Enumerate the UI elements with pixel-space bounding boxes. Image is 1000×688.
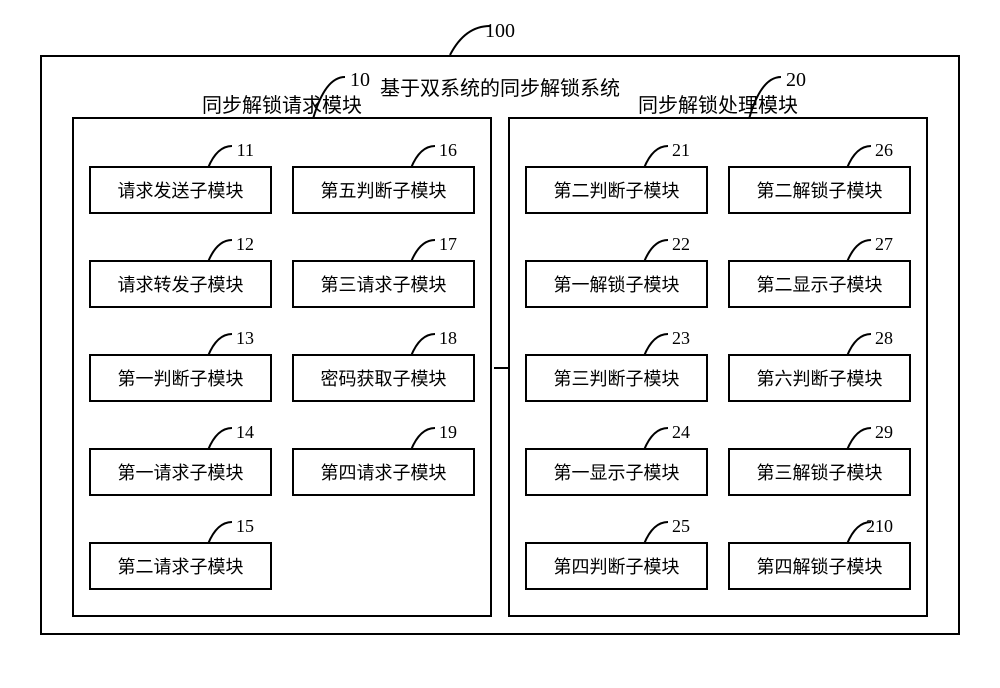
submodule-label: 第三解锁子模块 — [728, 448, 911, 496]
leader-line-icon — [841, 328, 871, 356]
submodule-label: 第一请求子模块 — [89, 448, 272, 496]
leader-line-icon — [638, 516, 668, 544]
submodule-id: 14 — [236, 422, 254, 443]
leader-line-icon — [638, 140, 668, 168]
submodule: 12 请求转发子模块 — [89, 228, 272, 308]
submodule: 27 第二显示子模块 — [728, 228, 911, 308]
submodule-label: 第四请求子模块 — [292, 448, 475, 496]
submodule: 210 第四解锁子模块 — [728, 510, 911, 590]
submodule: 19 第四请求子模块 — [292, 416, 475, 496]
submodule: 18 密码获取子模块 — [292, 322, 475, 402]
submodule: 21 第二判断子模块 — [525, 134, 708, 214]
submodule: 15 第二请求子模块 — [89, 510, 272, 590]
submodule: 17 第三请求子模块 — [292, 228, 475, 308]
request-module-columns: 11 请求发送子模块 12 请求转发子模块 13 第一判断子模块 — [74, 119, 490, 615]
submodule-id: 21 — [672, 140, 690, 161]
request-col-2: 16 第五判断子模块 17 第三请求子模块 18 密码获取子模块 — [292, 134, 475, 610]
submodule-id: 22 — [672, 234, 690, 255]
submodule-id: 17 — [439, 234, 457, 255]
process-col-2: 26 第二解锁子模块 27 第二显示子模块 28 第六判断子模块 — [728, 134, 911, 610]
submodule: 24 第一显示子模块 — [525, 416, 708, 496]
leader-line-icon — [638, 234, 668, 262]
leader-line-icon — [405, 234, 435, 262]
request-col-1: 11 请求发送子模块 12 请求转发子模块 13 第一判断子模块 — [89, 134, 272, 610]
submodule: 22 第一解锁子模块 — [525, 228, 708, 308]
submodule-label: 第六判断子模块 — [728, 354, 911, 402]
submodule-id: 19 — [439, 422, 457, 443]
leader-line-icon — [638, 422, 668, 450]
leader-line-icon — [405, 328, 435, 356]
submodule-id: 27 — [875, 234, 893, 255]
submodule-id: 28 — [875, 328, 893, 349]
leader-line-icon — [841, 234, 871, 262]
submodule-id: 25 — [672, 516, 690, 537]
request-module-box: 10 同步解锁请求模块 11 请求发送子模块 12 请求转发子模块 — [72, 117, 492, 617]
submodule: 13 第一判断子模块 — [89, 322, 272, 402]
leader-line-icon — [405, 140, 435, 168]
submodule-label: 第五判断子模块 — [292, 166, 475, 214]
leader-line-icon — [405, 422, 435, 450]
submodule: 26 第二解锁子模块 — [728, 134, 911, 214]
submodule-id: 16 — [439, 140, 457, 161]
leader-line-icon — [841, 422, 871, 450]
submodule: 28 第六判断子模块 — [728, 322, 911, 402]
leader-line-icon — [841, 140, 871, 168]
submodule-id: 24 — [672, 422, 690, 443]
submodule-label: 第二请求子模块 — [89, 542, 272, 590]
submodule: 29 第三解锁子模块 — [728, 416, 911, 496]
submodule-label: 第二解锁子模块 — [728, 166, 911, 214]
submodule-label: 第四判断子模块 — [525, 542, 708, 590]
submodule-label: 第二显示子模块 — [728, 260, 911, 308]
submodule-id: 12 — [236, 234, 254, 255]
submodule-label: 请求转发子模块 — [89, 260, 272, 308]
submodule-label: 第三请求子模块 — [292, 260, 475, 308]
submodule-id: 210 — [866, 516, 893, 537]
submodule-label: 第四解锁子模块 — [728, 542, 911, 590]
submodule-id: 29 — [875, 422, 893, 443]
diagram-root: 100 基于双系统的同步解锁系统 10 同步解锁请求模块 11 请求发送子模块 — [40, 55, 960, 635]
submodule-label: 第一显示子模块 — [525, 448, 708, 496]
process-col-1: 21 第二判断子模块 22 第一解锁子模块 23 第三判断子模块 — [525, 134, 708, 610]
leader-line-icon — [202, 328, 232, 356]
leader-line-icon — [440, 20, 490, 55]
leader-line-icon — [638, 328, 668, 356]
leader-line-icon — [202, 516, 232, 544]
leader-line-icon — [202, 422, 232, 450]
submodule: 16 第五判断子模块 — [292, 134, 475, 214]
submodule-label: 第二判断子模块 — [525, 166, 708, 214]
submodule: 23 第三判断子模块 — [525, 322, 708, 402]
submodule-id: 11 — [237, 140, 254, 161]
submodule-label: 第一判断子模块 — [89, 354, 272, 402]
submodule-id: 23 — [672, 328, 690, 349]
request-module-title: 同步解锁请求模块 — [74, 89, 490, 118]
submodule: 14 第一请求子模块 — [89, 416, 272, 496]
submodule: 11 请求发送子模块 — [89, 134, 272, 214]
submodule: 25 第四判断子模块 — [525, 510, 708, 590]
system-box: 基于双系统的同步解锁系统 10 同步解锁请求模块 11 请求发送子模块 12 — [40, 55, 960, 635]
submodule-id: 26 — [875, 140, 893, 161]
submodule-label: 第一解锁子模块 — [525, 260, 708, 308]
submodule-label: 请求发送子模块 — [89, 166, 272, 214]
process-module-title: 同步解锁处理模块 — [510, 89, 926, 118]
process-module-columns: 21 第二判断子模块 22 第一解锁子模块 23 第三判断子模块 — [510, 119, 926, 615]
leader-line-icon — [202, 234, 232, 262]
submodule-label: 第三判断子模块 — [525, 354, 708, 402]
submodule-id: 15 — [236, 516, 254, 537]
system-id: 100 — [485, 20, 515, 43]
submodule-id: 18 — [439, 328, 457, 349]
leader-line-icon — [202, 140, 232, 168]
process-module-box: 20 同步解锁处理模块 21 第二判断子模块 22 第一解锁子模块 — [508, 117, 928, 617]
submodule-label: 密码获取子模块 — [292, 354, 475, 402]
submodule-id: 13 — [236, 328, 254, 349]
